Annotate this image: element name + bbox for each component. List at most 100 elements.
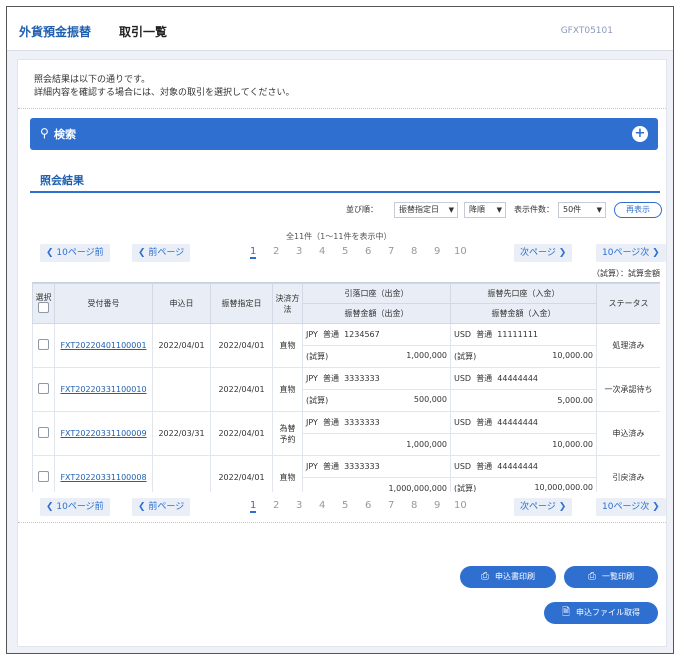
next-10-label: 10ページ次 (602, 248, 650, 258)
next-10-pages-link[interactable]: 10ページ次 ❯ (596, 244, 666, 262)
row-checkbox-cell (32, 455, 55, 492)
search-accordion[interactable]: ⚲ 検索 + (30, 118, 658, 150)
print-application-button[interactable]: ⎙ 申込書印刷 (460, 566, 556, 588)
divider (18, 522, 666, 523)
to-currency: USD (454, 462, 472, 471)
prev-10-pages-link[interactable]: ❮ 10ページ前 (40, 498, 110, 516)
next-page-link[interactable]: 次ページ ❯ (514, 244, 573, 262)
next-label: 次ページ (520, 248, 556, 258)
count-select-value: 50件 (563, 205, 582, 214)
page-6[interactable]: 6 (365, 500, 371, 511)
ref-no-link[interactable]: FXT20220331100010 (54, 367, 153, 412)
sort-select[interactable]: 振替指定日 ▼ (394, 202, 458, 218)
page-2[interactable]: 2 (273, 500, 279, 511)
next-page-link[interactable]: 次ページ ❯ (514, 498, 573, 516)
to-estimate-flag: (試算) (454, 484, 477, 492)
row-checkbox[interactable] (38, 427, 49, 438)
select-all-checkbox[interactable] (38, 301, 49, 313)
expand-plus-icon[interactable]: + (632, 126, 648, 142)
page-1[interactable]: 1 (250, 500, 257, 513)
to-amount-header: 振替金額（入金） (450, 303, 597, 324)
page-5[interactable]: 5 (342, 246, 348, 257)
row-checkbox[interactable] (38, 383, 49, 394)
apply-date-cell (152, 367, 211, 412)
print-list-button[interactable]: ⎙ 一覧印刷 (564, 566, 658, 588)
next-10-label: 10ページ次 (602, 502, 650, 512)
page-9[interactable]: 9 (434, 500, 440, 511)
message-line-2: 詳細内容を確認する場合には、対象の取引を選択してください。 (34, 88, 295, 98)
prev-10-label: 10ページ前 (56, 502, 104, 512)
table-row[interactable]: FXT20220331100010 2022/04/01 直物 JPY 普通 3… (32, 367, 660, 412)
table-row[interactable]: FXT20220401100001 2022/04/01 2022/04/01 … (32, 323, 660, 368)
settlement-header: 決済方法 (272, 283, 303, 324)
page-6[interactable]: 6 (365, 246, 371, 257)
to-account-number: 11111111 (497, 330, 538, 339)
to-account-number: 44444444 (497, 374, 538, 383)
prev-page-link[interactable]: ❮ 前ページ (132, 244, 191, 262)
page-title: 取引一覧 (119, 25, 168, 39)
settlement-cell: 為替予約 (272, 411, 303, 456)
row-checkbox[interactable] (38, 471, 49, 482)
settlement-cell: 直物 (272, 455, 303, 492)
transfer-date-cell: 2022/04/01 (210, 455, 273, 492)
ref-no-link[interactable]: FXT20220401100001 (54, 323, 153, 368)
from-estimate-flag: (試算) (306, 396, 329, 405)
from-amount: 500,000 (413, 395, 447, 404)
page-4[interactable]: 4 (319, 246, 325, 257)
status-header: ステータス (596, 283, 660, 324)
prev-page-link[interactable]: ❮ 前ページ (132, 498, 191, 516)
page-3[interactable]: 3 (296, 500, 302, 511)
row-checkbox[interactable] (38, 339, 49, 350)
sort-label: 並び順： (346, 205, 378, 214)
page-10[interactable]: 10 (454, 246, 467, 257)
results-table: 選択 受付番号 申込日 振替指定日 決済方法 引落口座（出金） 振替先口座（入金… (32, 283, 660, 492)
table-row[interactable]: FXT20220331100009 2022/03/31 2022/04/01 … (32, 411, 660, 456)
order-select[interactable]: 降順 ▼ (464, 202, 506, 218)
page-7[interactable]: 7 (388, 246, 394, 257)
page-3[interactable]: 3 (296, 246, 302, 257)
result-count: 全11件（1〜11件を表示中） (286, 232, 392, 241)
ref-no-link[interactable]: FXT20220331100009 (54, 411, 153, 456)
from-amount-cell: 1,000,000 (302, 433, 451, 456)
count-select[interactable]: 50件 ▼ (558, 202, 606, 218)
page-4[interactable]: 4 (319, 500, 325, 511)
get-file-button[interactable]: 🗎 申込ファイル取得 (544, 602, 658, 624)
prev-10-pages-link[interactable]: ❮ 10ページ前 (40, 244, 110, 262)
select-header-label: 選択 (35, 292, 52, 302)
from-account-cell: JPY 普通 3333333 (302, 411, 451, 434)
page-7[interactable]: 7 (388, 500, 394, 511)
to-amount: 10,000.00 (552, 440, 593, 449)
page-2[interactable]: 2 (273, 246, 279, 257)
from-amount-cell: 1,000,000,000 (302, 477, 451, 492)
table-row[interactable]: FXT20220331100008 2022/04/01 直物 JPY 普通 3… (32, 455, 660, 492)
redisplay-button[interactable]: 再表示 (614, 202, 662, 218)
results-table-wrapper[interactable]: 選択 受付番号 申込日 振替指定日 決済方法 引落口座（出金） 振替先口座（入金… (32, 282, 660, 492)
next-10-pages-link[interactable]: 10ページ次 ❯ (596, 498, 666, 516)
page-1[interactable]: 1 (250, 246, 257, 259)
status-cell: 処理済み (596, 323, 660, 368)
from-amount: 1,000,000 (406, 351, 447, 360)
page-10[interactable]: 10 (454, 500, 467, 511)
to-account-type: 普通 (476, 418, 493, 427)
pager-top: ❮ 10ページ前 ❮ 前ページ 1 2 3 4 5 6 7 8 9 10 次ペー… (40, 244, 676, 262)
transfer-date-cell: 2022/04/01 (210, 411, 273, 456)
select-header: 選択 (32, 283, 55, 324)
to-amount-cell: (試算) 10,000.00 (450, 345, 597, 368)
from-currency: JPY (306, 418, 318, 427)
service-name: 外貨預金振替 (19, 25, 92, 39)
page-8[interactable]: 8 (411, 246, 417, 257)
from-account-type: 普通 (323, 374, 339, 383)
from-amount: 1,000,000,000 (388, 484, 447, 492)
page-5[interactable]: 5 (342, 500, 348, 511)
results-underline (30, 191, 660, 193)
ref-no-header: 受付番号 (54, 283, 153, 324)
screen-code: GFXT05101 (560, 26, 613, 36)
window-frame: 外貨預金振替 取引一覧 GFXT05101 照会結果は以下の通りです。 詳細内容… (6, 6, 674, 654)
to-amount: 10,000.00 (552, 351, 593, 360)
next-label: 次ページ (520, 502, 556, 512)
page-8[interactable]: 8 (411, 500, 417, 511)
ref-no-link[interactable]: FXT20220331100008 (54, 455, 153, 492)
from-amount: 1,000,000 (406, 440, 447, 449)
guidance-message: 照会結果は以下の通りです。 詳細内容を確認する場合には、対象の取引を選択してくだ… (34, 74, 294, 100)
page-9[interactable]: 9 (434, 246, 440, 257)
